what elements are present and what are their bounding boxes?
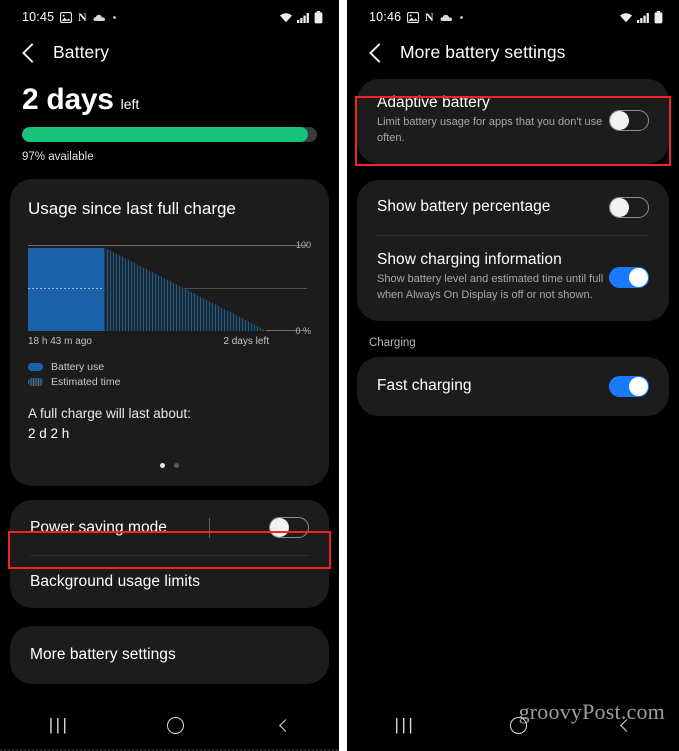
nfc-icon: N xyxy=(425,11,434,23)
chart-plot-area xyxy=(28,245,307,331)
svg-text:N: N xyxy=(425,11,434,23)
page-dot-1[interactable] xyxy=(160,463,165,469)
dot-icon xyxy=(459,15,464,20)
legend-label-battery-use: Battery use xyxy=(51,361,105,373)
status-time: 10:46 xyxy=(369,10,402,24)
row-fast-charging[interactable]: Fast charging xyxy=(357,357,669,416)
home-icon[interactable] xyxy=(166,716,184,734)
back-icon[interactable] xyxy=(279,718,293,732)
chart-axis-top-label: 100 xyxy=(295,240,311,250)
row-label-show-battery-percentage: Show battery percentage xyxy=(377,198,551,216)
page-dot-2[interactable] xyxy=(174,463,179,469)
chart-x-end: 2 days left xyxy=(223,336,269,347)
legend-swatch-estimated-time xyxy=(28,378,43,386)
recents-icon[interactable]: ||| xyxy=(395,715,416,735)
toggle-adaptive-battery[interactable] xyxy=(609,109,649,131)
row-show-charging-information[interactable]: Show charging information Show battery l… xyxy=(357,236,669,321)
battery-time-value: 2 days xyxy=(22,83,114,116)
row-adaptive-battery[interactable]: Adaptive battery Limit battery usage for… xyxy=(357,79,669,164)
usage-chart: 100 0 % xyxy=(28,240,311,336)
screenshot-root: 10:45 N Battery 2 days left 97% availabl… xyxy=(0,0,679,751)
watermark: groovyPost.com xyxy=(518,699,665,724)
legend-item: Battery use xyxy=(28,361,311,373)
cloud-icon xyxy=(93,13,106,22)
panel-gutter xyxy=(339,0,347,751)
group-header-charging: Charging xyxy=(369,336,416,349)
row-power-saving-mode[interactable]: Power saving mode xyxy=(10,500,329,555)
page-title: Battery xyxy=(53,42,110,62)
row-label-power-saving-mode: Power saving mode xyxy=(30,518,167,536)
image-icon xyxy=(60,11,73,23)
toggle-show-charging-information[interactable] xyxy=(609,266,649,288)
wifi-icon xyxy=(619,12,633,23)
row-show-battery-percentage[interactable]: Show battery percentage xyxy=(357,180,669,235)
left-phone-screen: 10:45 N Battery 2 days left 97% availabl… xyxy=(0,0,339,751)
row-label-adaptive-battery: Adaptive battery xyxy=(377,94,490,111)
full-charge-block: A full charge will last about: 2 d 2 h xyxy=(28,404,311,443)
chart-legend: Battery use Estimated time xyxy=(28,361,311,388)
back-chevron-icon[interactable] xyxy=(369,42,389,63)
right-phone-screen: 10:46 N More battery settings Adaptive b… xyxy=(347,0,679,751)
battery-icon xyxy=(314,10,323,24)
full-charge-label: A full charge will last about: xyxy=(28,406,191,421)
page-title: More battery settings xyxy=(400,42,566,62)
svg-text:N: N xyxy=(78,11,87,23)
image-icon xyxy=(407,11,420,23)
signal-icon xyxy=(637,12,650,23)
chart-axis-bottom-label: 0 % xyxy=(295,326,311,336)
chart-dotted-marker xyxy=(28,288,105,289)
battery-level-fill xyxy=(22,127,309,142)
back-chevron-icon[interactable] xyxy=(22,42,42,63)
row-label-background-usage-limits: Background usage limits xyxy=(30,573,201,591)
battery-available-text: 97% available xyxy=(22,151,94,163)
legend-swatch-battery-use xyxy=(28,363,43,371)
title-bar-right: More battery settings xyxy=(347,34,679,73)
dot-icon xyxy=(112,15,117,20)
full-charge-value: 2 d 2 h xyxy=(28,425,70,441)
battery-headline: 2 days left xyxy=(0,73,339,117)
chart-x-labels: 18 h 43 m ago 2 days left xyxy=(28,336,311,347)
display-settings-card: Show battery percentage Show charging in… xyxy=(357,179,669,321)
cloud-icon xyxy=(440,13,453,22)
battery-time-suffix: left xyxy=(120,96,140,112)
chart-battery-use-area xyxy=(28,247,105,331)
toggle-fast-charging[interactable] xyxy=(609,375,649,397)
usage-card[interactable]: Usage since last full charge 100 0 % 18 … xyxy=(10,179,329,487)
status-time: 10:45 xyxy=(22,10,55,24)
toggle-power-saving-mode[interactable] xyxy=(268,517,309,539)
row-label-show-charging-information: Show charging information xyxy=(377,250,562,268)
legend-label-estimated-time: Estimated time xyxy=(51,376,121,388)
row-background-usage-limits[interactable]: Background usage limits xyxy=(10,556,329,608)
charging-card: Fast charging xyxy=(357,356,669,416)
battery-options-card: Power saving mode Background usage limit… xyxy=(10,500,329,609)
signal-icon xyxy=(297,12,310,23)
more-battery-settings-card: More battery settings xyxy=(10,626,329,685)
row-sub-adaptive-battery: Limit battery usage for apps that you do… xyxy=(377,116,603,144)
chart-estimated-time-area xyxy=(104,247,267,331)
row-label-fast-charging: Fast charging xyxy=(377,377,472,395)
legend-item: Estimated time xyxy=(28,376,311,388)
battery-icon xyxy=(654,10,663,24)
status-bar-left: 10:45 N xyxy=(0,0,339,34)
title-bar-left: Battery xyxy=(0,34,339,73)
status-bar-right: 10:46 N xyxy=(347,0,679,34)
usage-card-title: Usage since last full charge xyxy=(28,199,236,218)
row-divider-line xyxy=(209,517,211,538)
row-label-more-battery-settings: More battery settings xyxy=(30,646,176,664)
row-more-battery-settings[interactable]: More battery settings xyxy=(10,626,329,684)
page-indicator[interactable] xyxy=(28,463,311,469)
chart-gridline-top xyxy=(28,245,307,246)
toggle-show-battery-percentage[interactable] xyxy=(609,196,649,218)
wifi-icon xyxy=(279,12,293,23)
chart-x-start: 18 h 43 m ago xyxy=(28,336,92,347)
nav-bar-left: ||| xyxy=(0,699,339,751)
nfc-icon: N xyxy=(78,11,87,23)
battery-settings-card: Adaptive battery Limit battery usage for… xyxy=(357,79,669,164)
row-sub-show-charging-information: Show battery level and estimated time un… xyxy=(377,272,604,301)
recents-icon[interactable]: ||| xyxy=(49,715,70,735)
battery-level-bar xyxy=(22,127,317,142)
